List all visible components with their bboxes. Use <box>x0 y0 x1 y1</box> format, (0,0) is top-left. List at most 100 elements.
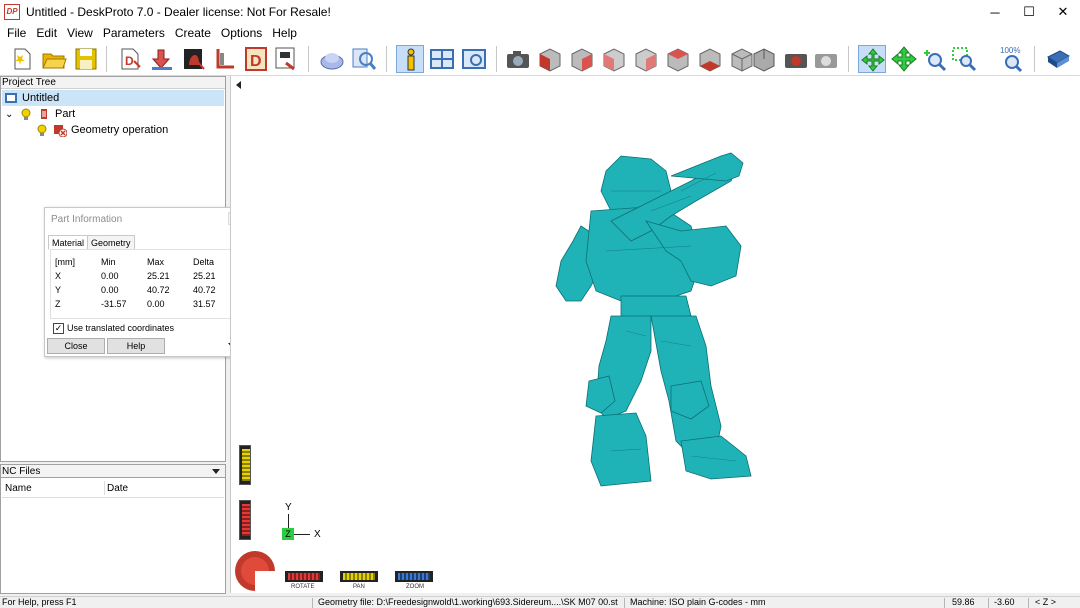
open-file-icon[interactable] <box>40 45 68 73</box>
view-iso-2-icon[interactable] <box>750 45 778 73</box>
part-import-icon[interactable]: D <box>116 45 144 73</box>
zoom-part-icon[interactable] <box>350 45 378 73</box>
translated-coordinates-checkbox[interactable]: ✓ <box>53 323 64 334</box>
table-cell: 40.72 <box>147 285 170 295</box>
expand-chevron-icon[interactable]: ⌄ <box>5 109 19 120</box>
view-front-icon[interactable] <box>536 45 564 73</box>
new-file-icon[interactable] <box>8 45 36 73</box>
tree-label-untitled: Untitled <box>22 92 60 104</box>
table-cell: Y <box>55 285 62 295</box>
lightbulb-icon[interactable] <box>35 123 49 137</box>
status-y: -3.60 <box>994 597 1015 607</box>
screen-view-icon[interactable] <box>460 45 488 73</box>
part-move-icon[interactable] <box>148 45 176 73</box>
zoom-tool-icon[interactable] <box>920 45 948 73</box>
menu-view[interactable]: View <box>62 26 98 40</box>
nc-files-header[interactable]: NC Files <box>1 465 225 478</box>
menu-create[interactable]: Create <box>170 26 216 40</box>
export-icon[interactable] <box>272 45 300 73</box>
status-axis: < Z > <box>1035 597 1057 607</box>
tree-item-geometry-operation[interactable]: Geometry operation <box>35 122 168 138</box>
close-dialog-button[interactable]: Close <box>47 338 105 354</box>
column-name[interactable]: Name <box>5 483 32 494</box>
pan-mode-wheel[interactable] <box>340 571 378 582</box>
minimize-button[interactable]: ─ <box>978 0 1012 24</box>
menu-help[interactable]: Help <box>267 26 302 40</box>
dimensions-table: [mm] Min Max Delta X 0.00 25.21 25.21 Y … <box>50 249 242 319</box>
axis-z-label: Z <box>285 529 291 539</box>
table-cell: 0.00 <box>147 299 165 309</box>
table-cell: Z <box>55 299 61 309</box>
menu-file[interactable]: File <box>2 26 31 40</box>
translated-coordinates-label: Use translated coordinates <box>67 323 175 333</box>
menu-options[interactable]: Options <box>216 26 267 40</box>
zoom-100-icon[interactable]: 100% <box>998 45 1026 73</box>
title-bar: DP Untitled - DeskProto 7.0 - Dealer lic… <box>0 0 1080 24</box>
view-top-icon[interactable] <box>664 45 692 73</box>
table-cell: 31.57 <box>193 299 216 309</box>
vertical-pan-wheel[interactable] <box>239 445 251 485</box>
tree-label-part: Part <box>55 108 76 120</box>
status-machine: Machine: ISO plain G-codes - mm <box>630 597 766 607</box>
status-help: For Help, press F1 <box>2 597 77 607</box>
project-tree-header: Project Tree <box>1 77 225 89</box>
view-back-icon[interactable] <box>568 45 596 73</box>
render-settings-icon[interactable] <box>782 45 810 73</box>
vertical-rotate-wheel[interactable] <box>239 500 251 540</box>
layout-toggle-icon[interactable] <box>428 45 456 73</box>
axis-y-label: Y <box>285 502 292 513</box>
3d-viewport[interactable]: Y Z X ROTATE PAN ZOOM <box>230 76 1080 593</box>
rotate-mode-wheel[interactable] <box>285 571 323 582</box>
rotate-tool-icon[interactable] <box>858 45 886 73</box>
nc-files-title: NC Files <box>2 466 41 477</box>
3d-model <box>555 152 752 487</box>
view-bottom-icon[interactable] <box>696 45 724 73</box>
toolbar: D D 100% <box>0 42 1080 76</box>
axis-x-label: X <box>314 529 321 540</box>
tree-item-part[interactable]: ⌄ Part <box>5 106 75 122</box>
table-header: Min <box>101 257 116 267</box>
table-cell: -31.57 <box>101 299 127 309</box>
collapse-panel-icon[interactable] <box>236 81 241 89</box>
tree-item-untitled[interactable]: Untitled <box>2 90 224 106</box>
rotate-dial-icon[interactable] <box>234 550 276 592</box>
menu-parameters[interactable]: Parameters <box>98 26 170 40</box>
part-information-icon[interactable] <box>396 45 424 73</box>
vector-import-icon[interactable] <box>212 45 240 73</box>
tab-geometry[interactable]: Geometry <box>87 235 135 250</box>
window-title: Untitled - DeskProto 7.0 - Dealer licens… <box>26 5 331 19</box>
axis-z-indicator: Z <box>282 528 294 540</box>
help-book-icon[interactable] <box>1044 45 1072 73</box>
tab-material[interactable]: Material <box>48 235 89 250</box>
menu-edit[interactable]: Edit <box>31 26 62 40</box>
operation-error-icon <box>53 123 68 138</box>
save-file-icon[interactable] <box>72 45 100 73</box>
view-left-icon[interactable] <box>600 45 628 73</box>
render-options-icon[interactable] <box>812 45 840 73</box>
zoom-window-icon[interactable] <box>950 45 978 73</box>
camera-view-icon[interactable] <box>504 45 532 73</box>
project-icon <box>4 91 18 105</box>
status-geometry-file: Geometry file: D:\Freedesignwold\1.worki… <box>318 597 618 607</box>
maximize-button[interactable]: ☐ <box>1012 0 1046 24</box>
dialog-title: Part Information <box>51 214 123 225</box>
pan-tool-icon[interactable] <box>890 45 918 73</box>
help-button[interactable]: Help <box>107 338 165 354</box>
part-view-icon[interactable] <box>180 45 208 73</box>
tree-label-geometry-operation: Geometry operation <box>71 124 169 136</box>
dropdown-arrow-icon[interactable] <box>212 469 220 474</box>
view-right-icon[interactable] <box>632 45 660 73</box>
pan-mode-label: PAN <box>353 584 365 590</box>
part-icon <box>37 107 51 121</box>
table-cell: X <box>55 271 62 281</box>
zoom-mode-wheel[interactable] <box>395 571 433 582</box>
table-header: Delta <box>193 257 215 267</box>
table-cell: 25.21 <box>193 271 216 281</box>
close-button[interactable]: ✕ <box>1046 0 1080 24</box>
column-date[interactable]: Date <box>107 483 128 494</box>
lightbulb-icon[interactable] <box>19 107 33 121</box>
part-information-dialog: Part Information Material Geometry [mm] … <box>44 207 245 357</box>
nc-files-panel: NC Files Name Date <box>0 464 226 594</box>
cut-part-icon[interactable] <box>318 45 346 73</box>
bitmap-import-icon[interactable]: D <box>242 45 270 73</box>
